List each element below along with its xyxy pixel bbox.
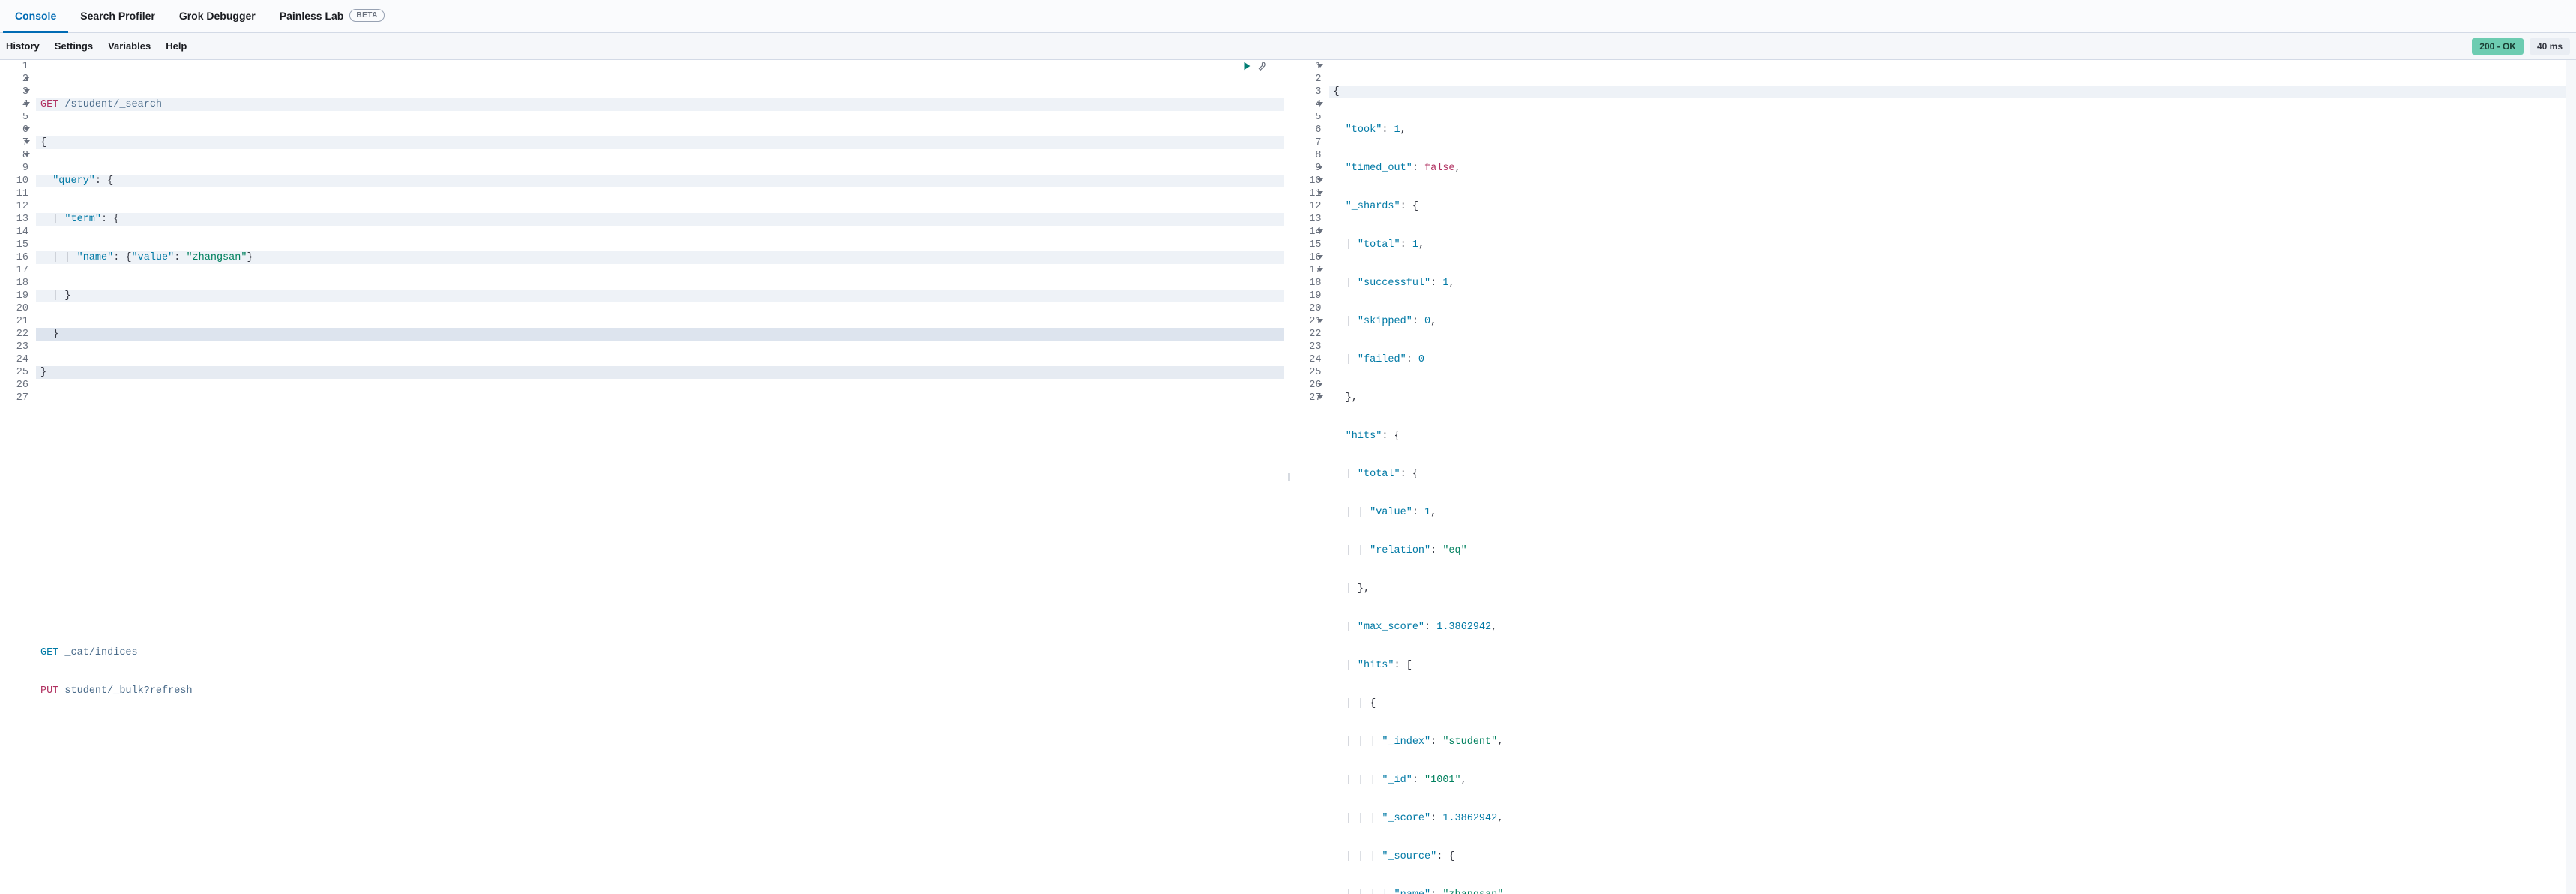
line-number: 21 <box>0 315 28 328</box>
request-path: _cat/indices <box>58 647 137 658</box>
tab-search-profiler[interactable]: Search Profiler <box>68 0 167 33</box>
line-number: 15 <box>1293 238 1322 251</box>
drag-handle-icon: || <box>1288 472 1289 482</box>
tab-grok-debugger[interactable]: Grok Debugger <box>167 0 268 33</box>
line-number: 20 <box>0 302 28 315</box>
request-gutter: 1 2 3 4 5 6 7 8 9 10 11 12 13 14 15 16 1… <box>0 60 36 894</box>
line-number[interactable]: 8 <box>0 149 28 162</box>
line-number: 15 <box>0 238 28 251</box>
line-number: 25 <box>0 366 28 379</box>
line-number[interactable]: 10 <box>1293 175 1322 188</box>
request-editor[interactable]: GET /student/_search { "query": { | "ter… <box>36 60 1284 894</box>
response-gutter: 1 2 3 4 5 6 7 8 9 10 11 12 13 14 15 16 1… <box>1293 60 1329 894</box>
line-number[interactable]: 1 <box>1293 60 1322 73</box>
wrench-icon[interactable] <box>1257 61 1267 76</box>
line-number: 16 <box>0 251 28 264</box>
line-number[interactable]: 4 <box>0 98 28 111</box>
request-path: student/_bulk?refresh <box>58 686 192 697</box>
line-number[interactable]: 4 <box>1293 98 1322 111</box>
line-number: 2 <box>1293 73 1322 86</box>
line-number: 11 <box>0 188 28 200</box>
line-number: 9 <box>0 162 28 175</box>
status-badge: 200 - OK <box>2472 38 2524 55</box>
line-number: 8 <box>1293 149 1322 162</box>
request-pane: 1 2 3 4 5 6 7 8 9 10 11 12 13 14 15 16 1… <box>0 60 1284 894</box>
line-number: 5 <box>1293 111 1322 124</box>
line-number: 24 <box>0 353 28 366</box>
request-path: /student/_search <box>58 99 162 110</box>
line-number[interactable]: 11 <box>1293 188 1322 200</box>
line-number[interactable]: 26 <box>1293 379 1322 392</box>
line-number: 23 <box>0 340 28 353</box>
line-number: 20 <box>1293 302 1322 315</box>
line-number: 22 <box>0 328 28 340</box>
line-number: 17 <box>0 264 28 277</box>
line-number: 6 <box>1293 124 1322 136</box>
toolbar-help[interactable]: Help <box>166 40 187 52</box>
console-toolbar: History Settings Variables Help 200 - OK… <box>0 33 2576 60</box>
line-number: 19 <box>0 290 28 302</box>
play-icon[interactable] <box>1242 61 1252 76</box>
tab-painless-lab[interactable]: Painless LabBETA <box>268 0 397 33</box>
line-number: 12 <box>0 200 28 213</box>
editor-panes: 1 2 3 4 5 6 7 8 9 10 11 12 13 14 15 16 1… <box>0 60 2576 894</box>
line-number: 18 <box>0 277 28 290</box>
main-tabs: Console Search Profiler Grok Debugger Pa… <box>0 0 2576 33</box>
line-number[interactable]: 3 <box>0 86 28 98</box>
line-number: 14 <box>0 226 28 238</box>
line-number[interactable]: 16 <box>1293 251 1322 264</box>
pane-splitter[interactable]: || <box>1284 60 1293 894</box>
beta-badge: BETA <box>349 9 384 22</box>
toolbar-variables[interactable]: Variables <box>108 40 151 52</box>
line-number[interactable]: 14 <box>1293 226 1322 238</box>
line-number: 3 <box>1293 86 1322 98</box>
line-number: 27 <box>0 392 28 404</box>
http-method: PUT <box>40 686 58 697</box>
line-number: 13 <box>0 213 28 226</box>
line-number: 22 <box>1293 328 1322 340</box>
line-number[interactable]: 17 <box>1293 264 1322 277</box>
line-number: 13 <box>1293 213 1322 226</box>
line-number[interactable]: 2 <box>0 73 28 86</box>
tab-console[interactable]: Console <box>3 0 68 33</box>
http-method: GET <box>40 99 58 110</box>
line-number[interactable]: 27 <box>1293 392 1322 404</box>
line-number: 10 <box>0 175 28 188</box>
line-number: 26 <box>0 379 28 392</box>
line-number: 24 <box>1293 353 1322 366</box>
line-number: 5 <box>0 111 28 124</box>
line-number: 12 <box>1293 200 1322 213</box>
line-number: 25 <box>1293 366 1322 379</box>
line-number[interactable]: 6 <box>0 124 28 136</box>
response-viewer[interactable]: { "took": 1, "timed_out": false, "_shard… <box>1329 60 2576 894</box>
toolbar-settings[interactable]: Settings <box>55 40 93 52</box>
line-number: 1 <box>0 60 28 73</box>
line-number: 7 <box>1293 136 1322 149</box>
timing-badge: 40 ms <box>2530 38 2570 55</box>
line-number: 19 <box>1293 290 1322 302</box>
line-number[interactable]: 7 <box>0 136 28 149</box>
line-number: 18 <box>1293 277 1322 290</box>
scrollbar-track[interactable] <box>2566 60 2576 894</box>
http-method: GET <box>40 647 58 658</box>
request-actions <box>1242 61 1267 76</box>
line-number[interactable]: 9 <box>1293 162 1322 175</box>
line-number[interactable]: 21 <box>1293 315 1322 328</box>
response-pane: 1 2 3 4 5 6 7 8 9 10 11 12 13 14 15 16 1… <box>1293 60 2576 894</box>
toolbar-history[interactable]: History <box>6 40 40 52</box>
line-number: 23 <box>1293 340 1322 353</box>
